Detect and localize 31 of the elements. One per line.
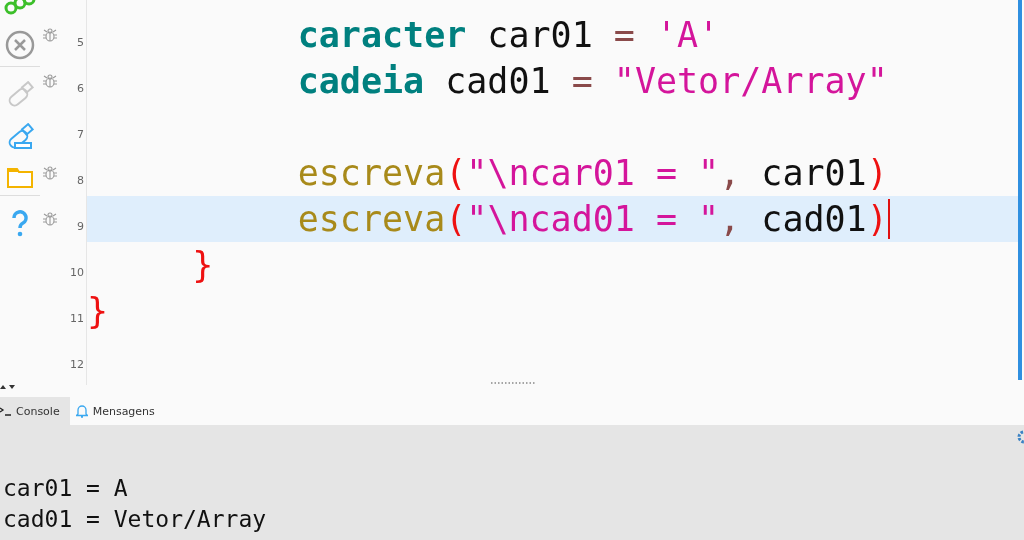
collapse-arrows-icon[interactable]	[0, 383, 16, 391]
folder-icon[interactable]	[6, 165, 34, 189]
code-line: cadeia cad01 = "Vetor/Array"	[296, 61, 888, 101]
resize-handle[interactable]	[490, 381, 536, 385]
bug-icon	[42, 211, 58, 227]
help-icon[interactable]	[10, 210, 30, 238]
bug-icon	[42, 73, 58, 89]
code-line: }	[87, 291, 109, 331]
chain-icon[interactable]	[4, 0, 36, 16]
line-number: 7	[76, 127, 84, 141]
line-number: 10	[69, 265, 84, 279]
bell-icon	[75, 404, 88, 418]
console-output-line: car01 = A	[3, 474, 129, 503]
code-line: escreva("\ncad01 = ", cad01)	[296, 199, 888, 239]
close-icon[interactable]	[5, 30, 35, 60]
bug-icon	[42, 165, 58, 181]
bug-icon	[42, 27, 58, 43]
code-line: }	[191, 245, 214, 285]
text-cursor	[887, 199, 890, 239]
line-number: 5	[76, 35, 84, 49]
scrollbar[interactable]	[1018, 0, 1022, 380]
code-line: escreva("\ncar01 = ", car01)	[296, 153, 888, 193]
terminal-icon	[0, 406, 11, 416]
panel-tab[interactable]: Console	[0, 397, 70, 425]
line-number: 11	[69, 311, 84, 325]
line-number: 12	[69, 357, 84, 371]
line-number: 6	[76, 81, 84, 95]
code-line: caracter car01 = 'A'	[296, 15, 720, 55]
console-output-line: cad01 = Vetor/Array	[3, 505, 268, 534]
line-number: 9	[76, 219, 84, 233]
line-number: 8	[76, 173, 84, 187]
